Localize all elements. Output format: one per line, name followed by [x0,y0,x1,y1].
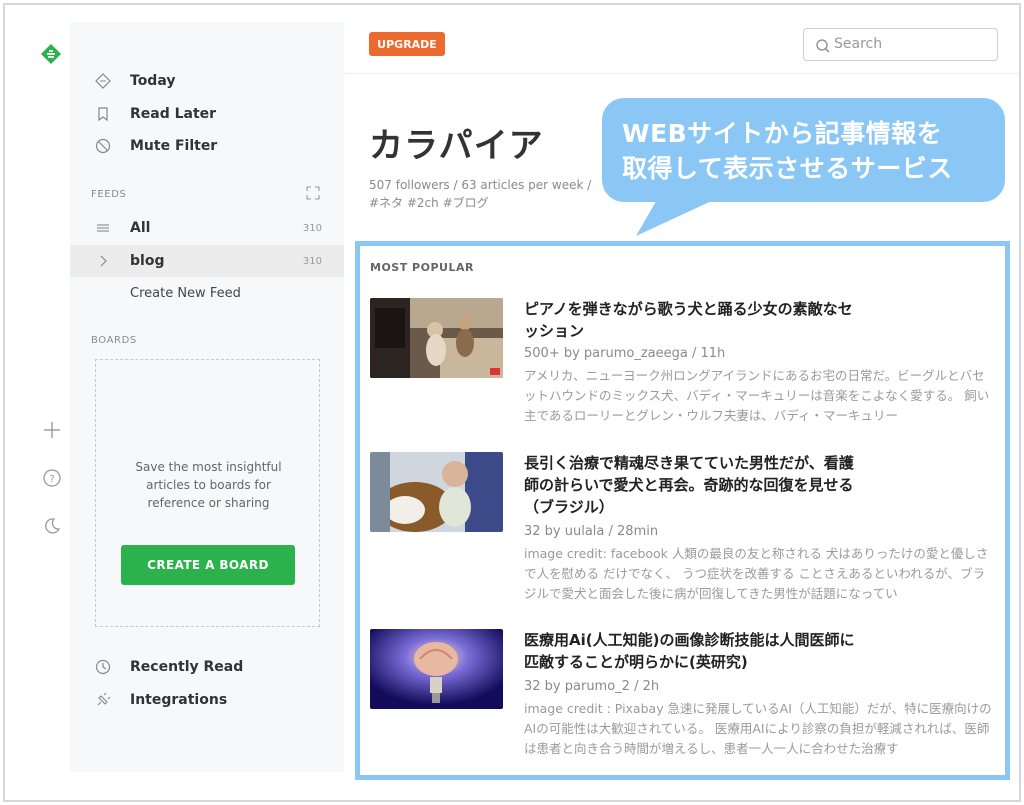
add-icon[interactable] [41,419,63,441]
search-icon [816,39,830,53]
plug-icon [97,692,111,706]
article-card[interactable]: ピアノを弾きながら歌う犬と踊る少女の素敵なセッション 500+ by parum… [370,298,1000,448]
nav-mute-filter[interactable]: Mute Filter [70,130,344,162]
nav-mute-filter-label: Mute Filter [130,138,218,154]
article-thumbnail[interactable] [370,298,503,378]
callout-line-1: WEBサイトから記事情報を [622,119,943,148]
dark-mode-icon[interactable] [41,515,63,537]
svg-text:?: ? [49,474,54,485]
boards-section-label: BOARDS [91,335,137,346]
clock-icon [95,659,111,675]
article-card[interactable]: 長引く治療で精魂尽き果てていた男性だが、看護師の計らいで愛犬と再会。奇跡的な回復… [370,452,1000,602]
most-popular-section: MOST POPULAR ピアノを弾きながら歌う犬と踊る少女の素敵なセッション … [355,241,1010,780]
chevron-right-icon[interactable] [95,253,111,269]
callout-text: WEBサイトから記事情報を 取得して表示させるサービス [622,116,992,186]
feedly-logo-icon[interactable] [40,43,62,65]
feed-meta: 507 followers / 63 articles per week / #… [369,178,592,210]
boards-empty-state: Save the most insightful articles to boa… [95,359,320,627]
today-icon [95,73,111,89]
feed-all-count: 310 [302,222,322,234]
article-meta: 500+ by parumo_zaeega / 11h [524,346,726,361]
article-summary: アメリカ、ニューヨーク州ロングアイランドにあるお宅の日常だ。ビーグルとバセットハ… [524,368,990,423]
expand-icon[interactable] [306,186,320,200]
callout-tail [636,198,718,236]
article-title[interactable]: 医療用Ai(人工知能)の画像診断技能は人間医師に匹敵することが明らかに(英研究) [524,629,864,673]
nav-integrations-label: Integrations [130,692,228,708]
article-meta: 32 by parumo_2 / 2h [524,679,660,694]
bookmark-icon [98,107,108,122]
article-meta: 32 by uulala / 28min [524,524,659,539]
nav-recently-read-label: Recently Read [130,659,244,675]
boards-description: Save the most insightful articles to boa… [135,460,282,510]
create-new-feed-label: Create New Feed [130,285,241,301]
article-thumbnail[interactable] [370,629,503,709]
article-summary: image credit: facebook 人類の最良の友と称される 犬はあり… [524,546,989,601]
mute-icon [95,138,111,154]
icon-rail: ? [5,5,70,800]
article-card[interactable]: 医療用Ai(人工知能)の画像診断技能は人間医師に匹敵することが明らかに(英研究)… [370,629,1000,779]
list-icon [97,224,109,232]
feeds-section-label: FEEDS [91,189,127,200]
feed-all-label: All [130,220,151,236]
article-summary: image credit : Pixabay 急速に発展しているAI（人工知能）… [524,701,992,756]
feed-title: カラパイア [369,126,544,166]
nav-integrations[interactable]: Integrations [70,684,344,716]
create-new-feed[interactable]: Create New Feed [70,277,344,309]
nav-recently-read[interactable]: Recently Read [70,651,344,683]
feed-blog-count: 310 [302,255,322,267]
annotation-callout: WEBサイトから記事情報を 取得して表示させるサービス [602,98,1005,202]
nav-read-later[interactable]: Read Later [70,98,344,130]
main-content: UPGRADE Search カラパイア 507 followers / 63 … [345,22,1019,800]
create-board-button[interactable]: CREATE A BOARD [121,545,295,585]
help-icon[interactable]: ? [41,467,63,489]
nav-today[interactable]: Today [70,65,344,97]
article-thumbnail[interactable] [370,452,503,532]
nav-today-label: Today [130,73,176,89]
search-input[interactable]: Search [803,28,998,61]
upgrade-button[interactable]: UPGRADE [369,32,445,56]
sidebar: Today Read Later Mute Filter FEEDS All 3… [70,22,344,772]
feed-all[interactable]: All 310 [70,212,344,244]
nav-read-later-label: Read Later [130,106,217,122]
search-placeholder: Search [834,36,883,52]
most-popular-label: MOST POPULAR [370,261,474,274]
feed-blog[interactable]: blog 310 [70,245,344,277]
feed-blog-label: blog [130,253,165,269]
article-title[interactable]: 長引く治療で精魂尽き果てていた男性だが、看護師の計らいで愛犬と再会。奇跡的な回復… [524,452,864,518]
top-bar: UPGRADE Search [345,22,1019,74]
callout-line-2: 取得して表示させるサービス [622,154,953,183]
article-title[interactable]: ピアノを弾きながら歌う犬と踊る少女の素敵なセッション [524,298,864,342]
